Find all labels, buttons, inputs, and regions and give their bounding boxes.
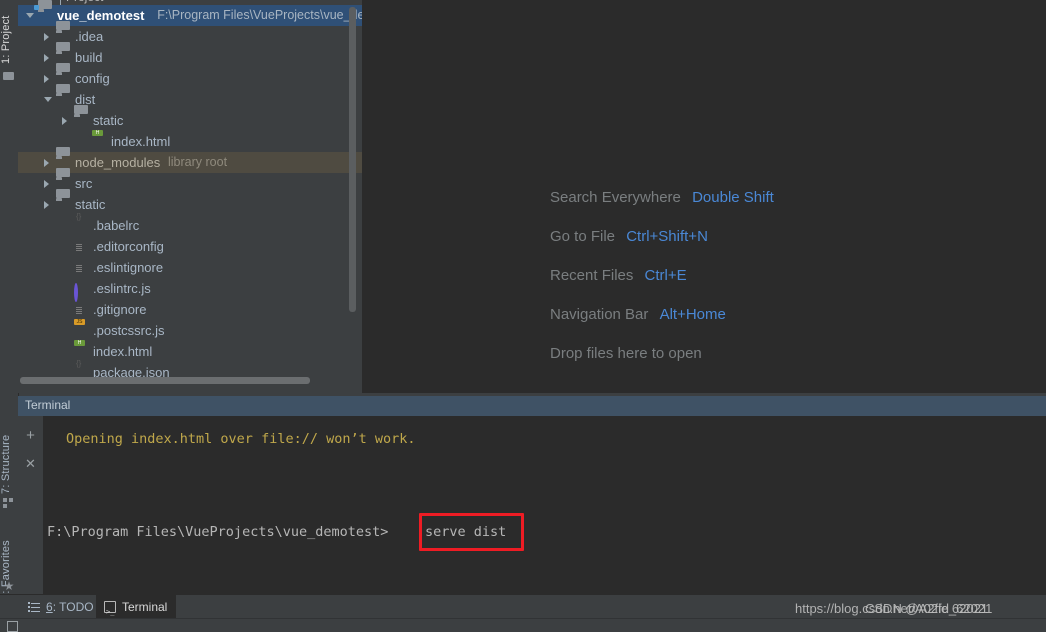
tree-row-label: vue_demotest (57, 8, 145, 23)
tree-row[interactable]: JS .postcssrc.js (18, 319, 362, 341)
tree-row[interactable]: static (18, 189, 362, 215)
bottom-widget-icon[interactable] (7, 621, 18, 632)
tree-row-label: .idea (75, 29, 104, 44)
chevron-right-icon[interactable] (44, 33, 49, 41)
tree-row-detail: F:\Program Files\VueProjects\vue_dem (157, 8, 362, 22)
tree-row-icon (74, 240, 88, 253)
status-tab-todo-label: : TODO (52, 600, 94, 614)
tree-row-icon (38, 0, 52, 22)
tree-row-icon (74, 303, 88, 316)
project-panel-title: Project (66, 0, 103, 4)
tree-row-label: .eslintignore (93, 260, 164, 275)
shortcut-action-label: Navigation Bar (550, 306, 649, 323)
chevron-right-icon[interactable] (44, 54, 49, 62)
chevron-right-icon[interactable] (62, 117, 67, 125)
chevron-right-icon[interactable] (44, 75, 49, 83)
chevron-right-icon[interactable] (44, 159, 49, 167)
shortcut-action-label: Go to File (550, 228, 616, 245)
tree-row-icon (74, 261, 88, 274)
shortcut-key-label: Alt+Home (659, 306, 726, 323)
close-session-button[interactable]: ✕ (21, 454, 40, 473)
project-stripe-icon (3, 70, 15, 82)
new-session-button[interactable]: + (21, 426, 40, 445)
tree-row-icon (56, 189, 70, 211)
shortcut-key-label: Ctrl+Shift+N (626, 228, 708, 245)
tree-row-label: index.html (93, 344, 153, 359)
tree-row[interactable]: .eslintrc.js (18, 278, 362, 302)
shortcut-key-label: Double Shift (692, 189, 774, 206)
terminal-panel-header: Terminal (18, 396, 1046, 416)
editor-empty-area: Search Everywhere Double Shift Go to Fil… (362, 0, 1046, 393)
tool-tab-project-label: 1: Project (0, 15, 12, 64)
shortcut-hint-row: Navigation Bar Alt+Home (550, 295, 990, 334)
tree-row-label: .postcssrc.js (93, 323, 165, 338)
tree-row-label: .eslintrc.js (93, 281, 151, 296)
tree-row-icon (74, 282, 88, 302)
tree-row-detail: library root (168, 155, 228, 169)
tool-tab-structure[interactable]: 7: Structure (0, 418, 18, 494)
tree-row-icon (74, 105, 88, 127)
shortcut-action-label: Recent Files (550, 267, 634, 284)
chevron-down-icon[interactable] (44, 97, 52, 102)
ide-window: 1: Project 7: Structure 2: Favorites ★ P… (0, 0, 1046, 632)
shortcut-action-label: Drop files here to open (550, 345, 702, 362)
shortcut-hint-drop-files: Drop files here to open (550, 334, 990, 373)
structure-stripe-icon (3, 497, 15, 509)
tree-row-icon (56, 84, 70, 106)
todo-icon (28, 601, 40, 613)
terminal-side-toolbar: + ✕ (18, 416, 43, 594)
chevron-right-icon[interactable] (44, 180, 49, 188)
terminal-prompt: F:\Program Files\VueProjects\vue_demotes… (47, 524, 389, 540)
tree-row-label: config (75, 71, 110, 86)
status-tab-todo-number: 6 (46, 600, 53, 614)
tree-row-label: index.html (111, 134, 171, 149)
shortcut-hint-row: Go to File Ctrl+Shift+N (550, 217, 990, 256)
tree-row[interactable]: .editorconfig (18, 236, 362, 257)
status-tab-todo[interactable]: 6: TODO (20, 595, 103, 619)
tree-row-icon: JS (74, 319, 88, 337)
status-tab-terminal[interactable]: Terminal (96, 595, 177, 624)
terminal-panel-title: Terminal (25, 398, 71, 412)
shortcut-action-label: Search Everywhere (550, 189, 681, 206)
watermark-username: CSDN @A2fie 62021 (865, 601, 989, 616)
tool-window-stripe: 1: Project 7: Structure 2: Favorites ★ (0, 0, 19, 614)
tree-row-label: static (93, 113, 124, 128)
tree-row[interactable]: .babelrc (18, 215, 362, 236)
star-icon: ★ (3, 579, 15, 593)
bottom-strip (0, 618, 1046, 632)
shortcut-hint-list: Search Everywhere Double Shift Go to Fil… (550, 178, 990, 373)
tree-row[interactable]: static (18, 105, 362, 131)
tree-row[interactable]: .eslintignore (18, 257, 362, 278)
tree-row[interactable]: dist (18, 84, 362, 110)
chevron-down-icon[interactable] (26, 13, 34, 18)
console-icon (104, 600, 116, 624)
tree-row-label: .editorconfig (93, 239, 164, 254)
tree-row-label: node_modules (75, 155, 161, 170)
status-tab-terminal-label: Terminal (122, 600, 168, 614)
shortcut-hint-row: Recent Files Ctrl+E (550, 256, 990, 295)
shortcut-key-label: Ctrl+E (644, 267, 687, 284)
tree-row-label: src (75, 176, 93, 191)
terminal-output[interactable]: Opening index.html over file:// won’t wo… (43, 416, 1046, 594)
tree-row[interactable]: Hindex.html (18, 340, 362, 362)
tree-row-icon (74, 219, 88, 232)
tree-row-icon: H (74, 340, 88, 358)
terminal-warning-line: Opening index.html over file:// won’t wo… (66, 431, 416, 447)
command-highlight-box (419, 513, 524, 551)
tool-tab-structure-label: 7: Structure (0, 434, 12, 494)
tree-row-label: build (75, 50, 103, 65)
tree-row-label: .babelrc (93, 218, 140, 233)
tree-horizontal-scrollbar[interactable] (20, 377, 310, 384)
chevron-right-icon[interactable] (44, 201, 49, 209)
tree-row-label: .gitignore (93, 302, 147, 317)
shortcut-hint-row: Search Everywhere Double Shift (550, 178, 990, 217)
tree-vertical-scrollbar[interactable] (349, 7, 356, 312)
project-tool-window: Project vue_demotest F:\Program Files\Vue… (18, 0, 362, 393)
tree-row[interactable]: .gitignore (18, 299, 362, 320)
project-tree[interactable]: vue_demotest F:\Program Files\VueProjects… (18, 0, 362, 380)
tool-tab-project[interactable]: 1: Project (0, 2, 18, 64)
tree-row-icon: H (92, 130, 106, 148)
